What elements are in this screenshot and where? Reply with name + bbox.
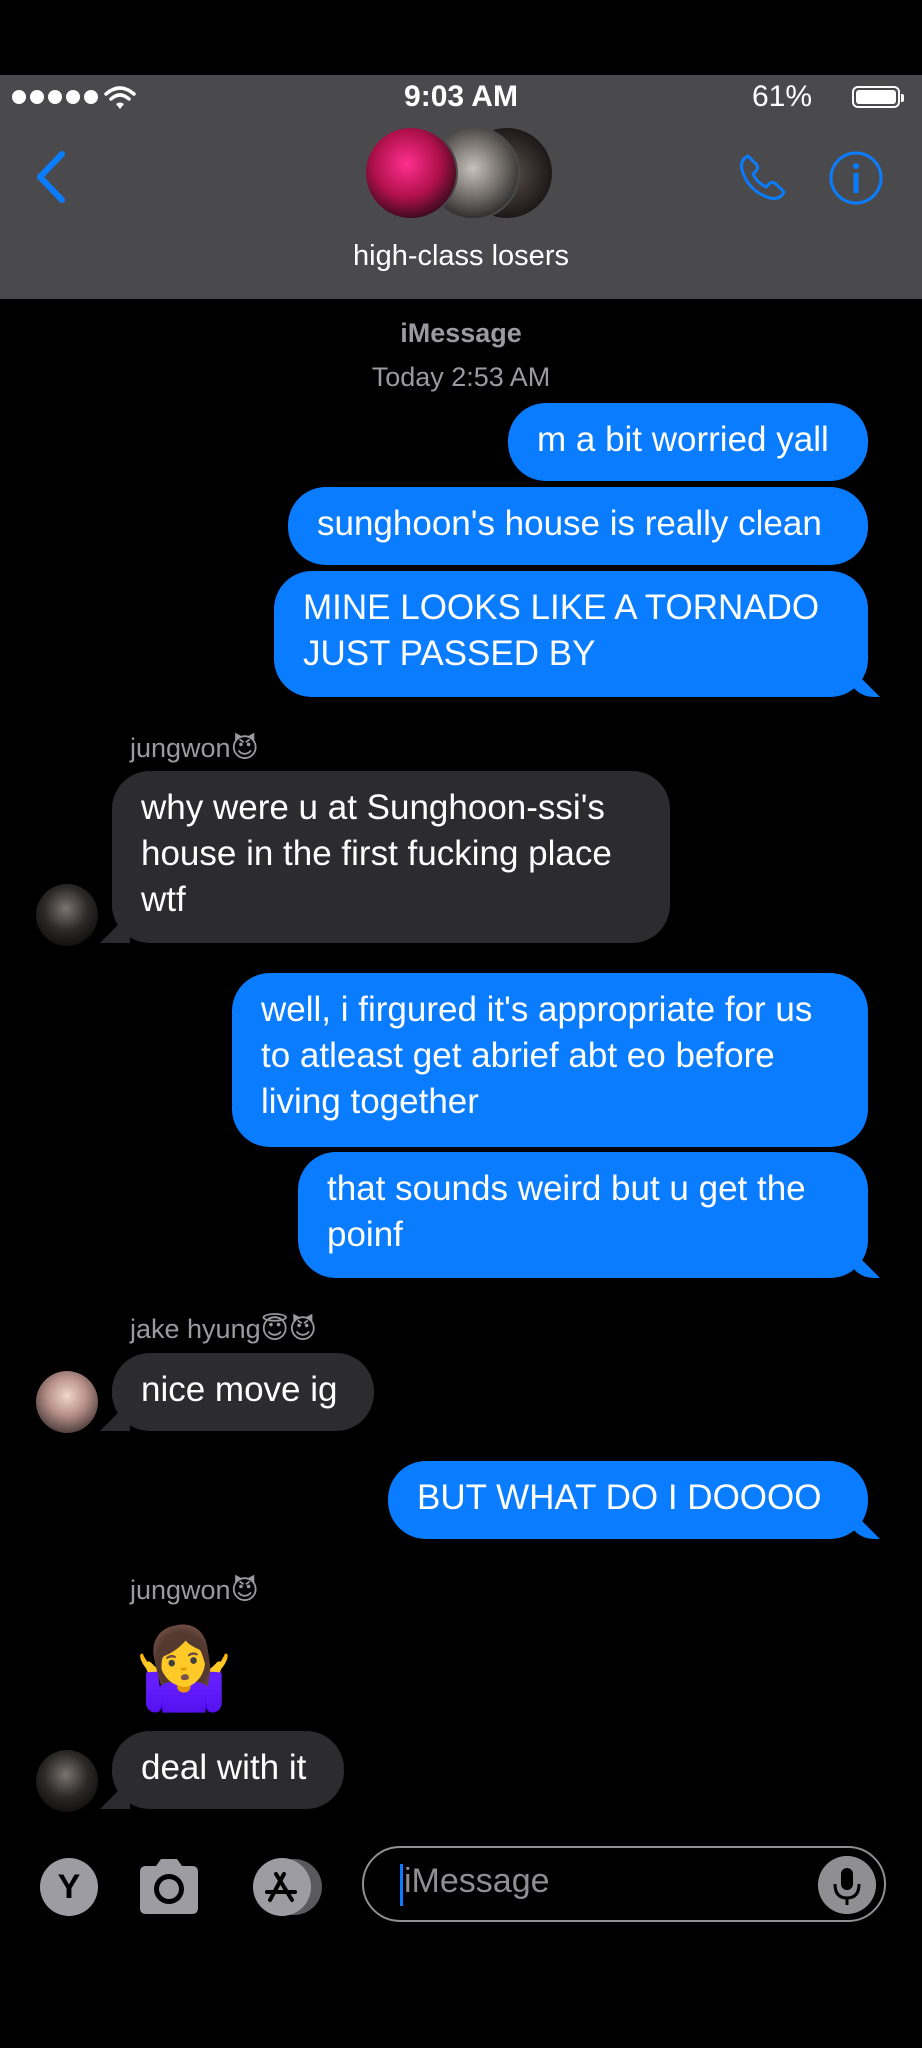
sender-name: jake hyung😇😈	[130, 1314, 317, 1344]
battery-icon	[852, 86, 904, 108]
outgoing-message[interactable]: well, i firgured it's appropriate for us…	[232, 973, 868, 1147]
sender-name: jungwon😈	[130, 733, 259, 763]
app-store-icon[interactable]	[246, 1856, 326, 1918]
conversation-timestamp: Today 2:53 AM	[371, 362, 551, 392]
avatar[interactable]	[36, 1371, 98, 1433]
outgoing-message[interactable]: m a bit worried yall	[508, 403, 868, 481]
status-bar: 9:03 AM 61%	[0, 80, 922, 120]
microphone-icon[interactable]	[818, 1856, 876, 1914]
group-name[interactable]: high-class losers	[0, 240, 922, 273]
incoming-message[interactable]: nice move ig	[112, 1353, 374, 1431]
info-icon[interactable]	[828, 150, 884, 206]
message-input[interactable]: iMessage	[362, 1846, 886, 1922]
back-chevron-icon[interactable]	[30, 148, 74, 206]
emoji-message[interactable]: 🤷‍♀️	[134, 1622, 234, 1716]
outgoing-message[interactable]: sunghoon's house is really clean	[288, 487, 868, 565]
outgoing-message[interactable]: that sounds weird but u get the poinf	[298, 1152, 868, 1278]
service-label: iMessage	[400, 318, 522, 348]
outgoing-message[interactable]: MINE LOOKS LIKE A TORNADO JUST PASSED BY	[274, 571, 868, 697]
compose-bar: Y iMessage	[0, 1830, 922, 1950]
avatar[interactable]	[36, 884, 98, 946]
outgoing-message[interactable]: BUT WHAT DO I DOOOO	[388, 1461, 868, 1539]
sender-name: jungwon😈	[130, 1575, 259, 1605]
text-caret	[400, 1864, 403, 1906]
camera-icon[interactable]	[134, 1854, 204, 1918]
message-placeholder: iMessage	[404, 1862, 550, 1900]
incoming-message[interactable]: deal with it	[112, 1731, 344, 1809]
phone-icon[interactable]	[734, 150, 790, 206]
group-avatars[interactable]	[364, 126, 564, 222]
group-avatar-1	[364, 126, 458, 220]
app-button[interactable]: Y	[40, 1858, 98, 1916]
top-band	[0, 0, 922, 75]
avatar[interactable]	[36, 1750, 98, 1812]
battery-percent: 61%	[751, 80, 812, 113]
incoming-message[interactable]: why were u at Sunghoon-ssi's house in th…	[112, 771, 670, 943]
